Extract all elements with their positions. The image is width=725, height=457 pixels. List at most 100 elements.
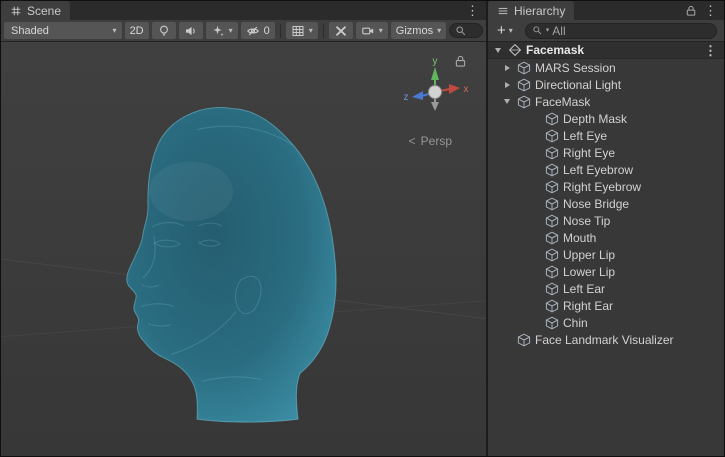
hierarchy-item-facemask[interactable]: FaceMask [488,93,724,110]
gizmos-dropdown[interactable]: Gizmos ▾ [391,22,446,39]
chevron-down-icon: ▾ [113,27,117,35]
hierarchy-item-lower-lip[interactable]: Lower Lip [488,263,724,280]
draw-mode-dropdown[interactable]: Shaded ▾ [4,22,122,39]
hierarchy-item-right-eyebrow[interactable]: Right Eyebrow [488,178,724,195]
y-axis-label: y [433,56,438,67]
z-axis-label: z [404,92,409,103]
chevron-down-icon: ▾ [309,27,313,35]
negative-axis-cone[interactable] [431,102,439,111]
collapse-arrow[interactable] [501,99,513,104]
hierarchy-search-field[interactable]: ▾ All [525,23,717,39]
hierarchy-item-directional-light[interactable]: Directional Light [488,76,724,93]
scene-viewport[interactable]: y x z < Persp [1,42,486,456]
expand-arrow[interactable] [492,48,504,53]
draw-mode-label: Shaded [9,25,109,37]
camera-dropdown[interactable]: ▾ [356,22,388,39]
tab-scene-label: Scene [27,4,61,18]
projection-chevron: < [409,134,416,148]
gizmos-label: Gizmos [396,25,433,37]
hierarchy-item-right-eye[interactable]: Right Eye [488,144,724,161]
item-label: Depth Mask [563,112,627,126]
item-label: Nose Tip [563,214,610,228]
scene-grid-icon [10,5,22,17]
gameobject-cube-icon [545,299,559,313]
add-gameobject-button[interactable]: + ▾ [491,22,519,40]
hierarchy-item-face-landmark-visualizer[interactable]: Face Landmark Visualizer [488,331,724,348]
item-label: MARS Session [535,61,616,75]
face-mesh[interactable] [127,108,336,423]
speaker-icon [184,24,198,38]
component-tools-button[interactable] [329,22,353,39]
toolbar-divider [280,24,281,38]
gameobject-cube-icon [517,61,531,75]
chevron-down-icon: ▾ [379,27,383,35]
hierarchy-tree: Facemask ⋮ MARS Session Directional Ligh… [488,42,724,456]
scene-search-field[interactable] [449,23,483,38]
search-icon [455,25,467,37]
scene-lighting-button[interactable] [152,22,176,39]
gameobject-cube-icon [545,248,559,262]
gameobject-cube-icon [545,180,559,194]
scene-name: Facemask [526,43,584,57]
projection-label: Persp [421,134,452,148]
item-label: Right Ear [563,299,613,313]
item-label: Left Eye [563,129,607,143]
y-axis-cone[interactable] [431,67,439,80]
hierarchy-item-upper-lip[interactable]: Upper Lip [488,246,724,263]
hierarchy-item-nose-tip[interactable]: Nose Tip [488,212,724,229]
tab-scene[interactable]: Scene [1,1,70,20]
z-axis-cone[interactable] [412,91,423,100]
item-label: Nose Bridge [563,197,629,211]
list-icon [497,5,509,17]
hierarchy-item-nose-bridge[interactable]: Nose Bridge [488,195,724,212]
grid-dropdown[interactable]: ▾ [286,22,318,39]
hierarchy-panel-menu-icon[interactable]: ⋮ [702,4,719,17]
hierarchy-item-right-ear[interactable]: Right Ear [488,297,724,314]
toggle-2d-button[interactable]: 2D [125,22,149,39]
lightbulb-icon [157,24,171,38]
gizmo-center-ball[interactable] [429,86,442,99]
lock-icon[interactable] [686,5,696,17]
scene-visibility-button[interactable]: 0 [241,22,275,39]
hierarchy-item-left-eye[interactable]: Left Eye [488,127,724,144]
lock-icon[interactable] [455,55,466,68]
item-label: Mouth [563,231,596,245]
x-axis-cone[interactable] [449,84,460,94]
gameobject-cube-icon [517,95,531,109]
hierarchy-panel: Hierarchy ⋮ + ▾ ▾ All Facemask [488,1,724,456]
unity-scene-icon [508,43,522,57]
search-filter-caret-icon: ▾ [546,27,550,34]
expand-arrow[interactable] [501,65,513,71]
tab-hierarchy-label: Hierarchy [514,4,565,18]
toggle-2d-label: 2D [130,25,144,37]
chevron-down-icon: ▾ [229,27,233,35]
forehead-highlight [149,161,233,221]
scene-header-row[interactable]: Facemask ⋮ [488,42,724,59]
sparkle-effects-icon [211,24,225,38]
gameobject-cube-icon [545,265,559,279]
gameobject-cube-icon [517,78,531,92]
scene-toolbar: Shaded ▾ 2D [1,20,486,42]
expand-arrow[interactable] [501,82,513,88]
gameobject-cube-icon [545,282,559,296]
toolbar-divider [323,24,324,38]
item-label: Right Eyebrow [563,180,641,194]
hierarchy-item-mouth[interactable]: Mouth [488,229,724,246]
eye-off-icon [246,24,260,38]
tab-hierarchy[interactable]: Hierarchy [488,1,574,20]
scene-audio-button[interactable] [179,22,203,39]
scene-panel-menu-icon[interactable]: ⋮ [464,4,481,17]
hierarchy-toolbar: + ▾ ▾ All [488,20,724,42]
scene-options-icon[interactable]: ⋮ [702,44,720,57]
hierarchy-item-left-ear[interactable]: Left Ear [488,280,724,297]
hierarchy-tabstrip: Hierarchy ⋮ [488,1,724,20]
chevron-down-icon: ▾ [509,27,513,35]
effects-dropdown[interactable]: ▾ [206,22,238,39]
search-placeholder: All [552,24,565,38]
projection-toggle[interactable]: < Persp [409,134,452,148]
chevron-down-icon: ▾ [437,27,441,35]
hierarchy-item-mars-session[interactable]: MARS Session [488,59,724,76]
hierarchy-item-left-eyebrow[interactable]: Left Eyebrow [488,161,724,178]
hierarchy-item-chin[interactable]: Chin [488,314,724,331]
hierarchy-item-depth-mask[interactable]: Depth Mask [488,110,724,127]
